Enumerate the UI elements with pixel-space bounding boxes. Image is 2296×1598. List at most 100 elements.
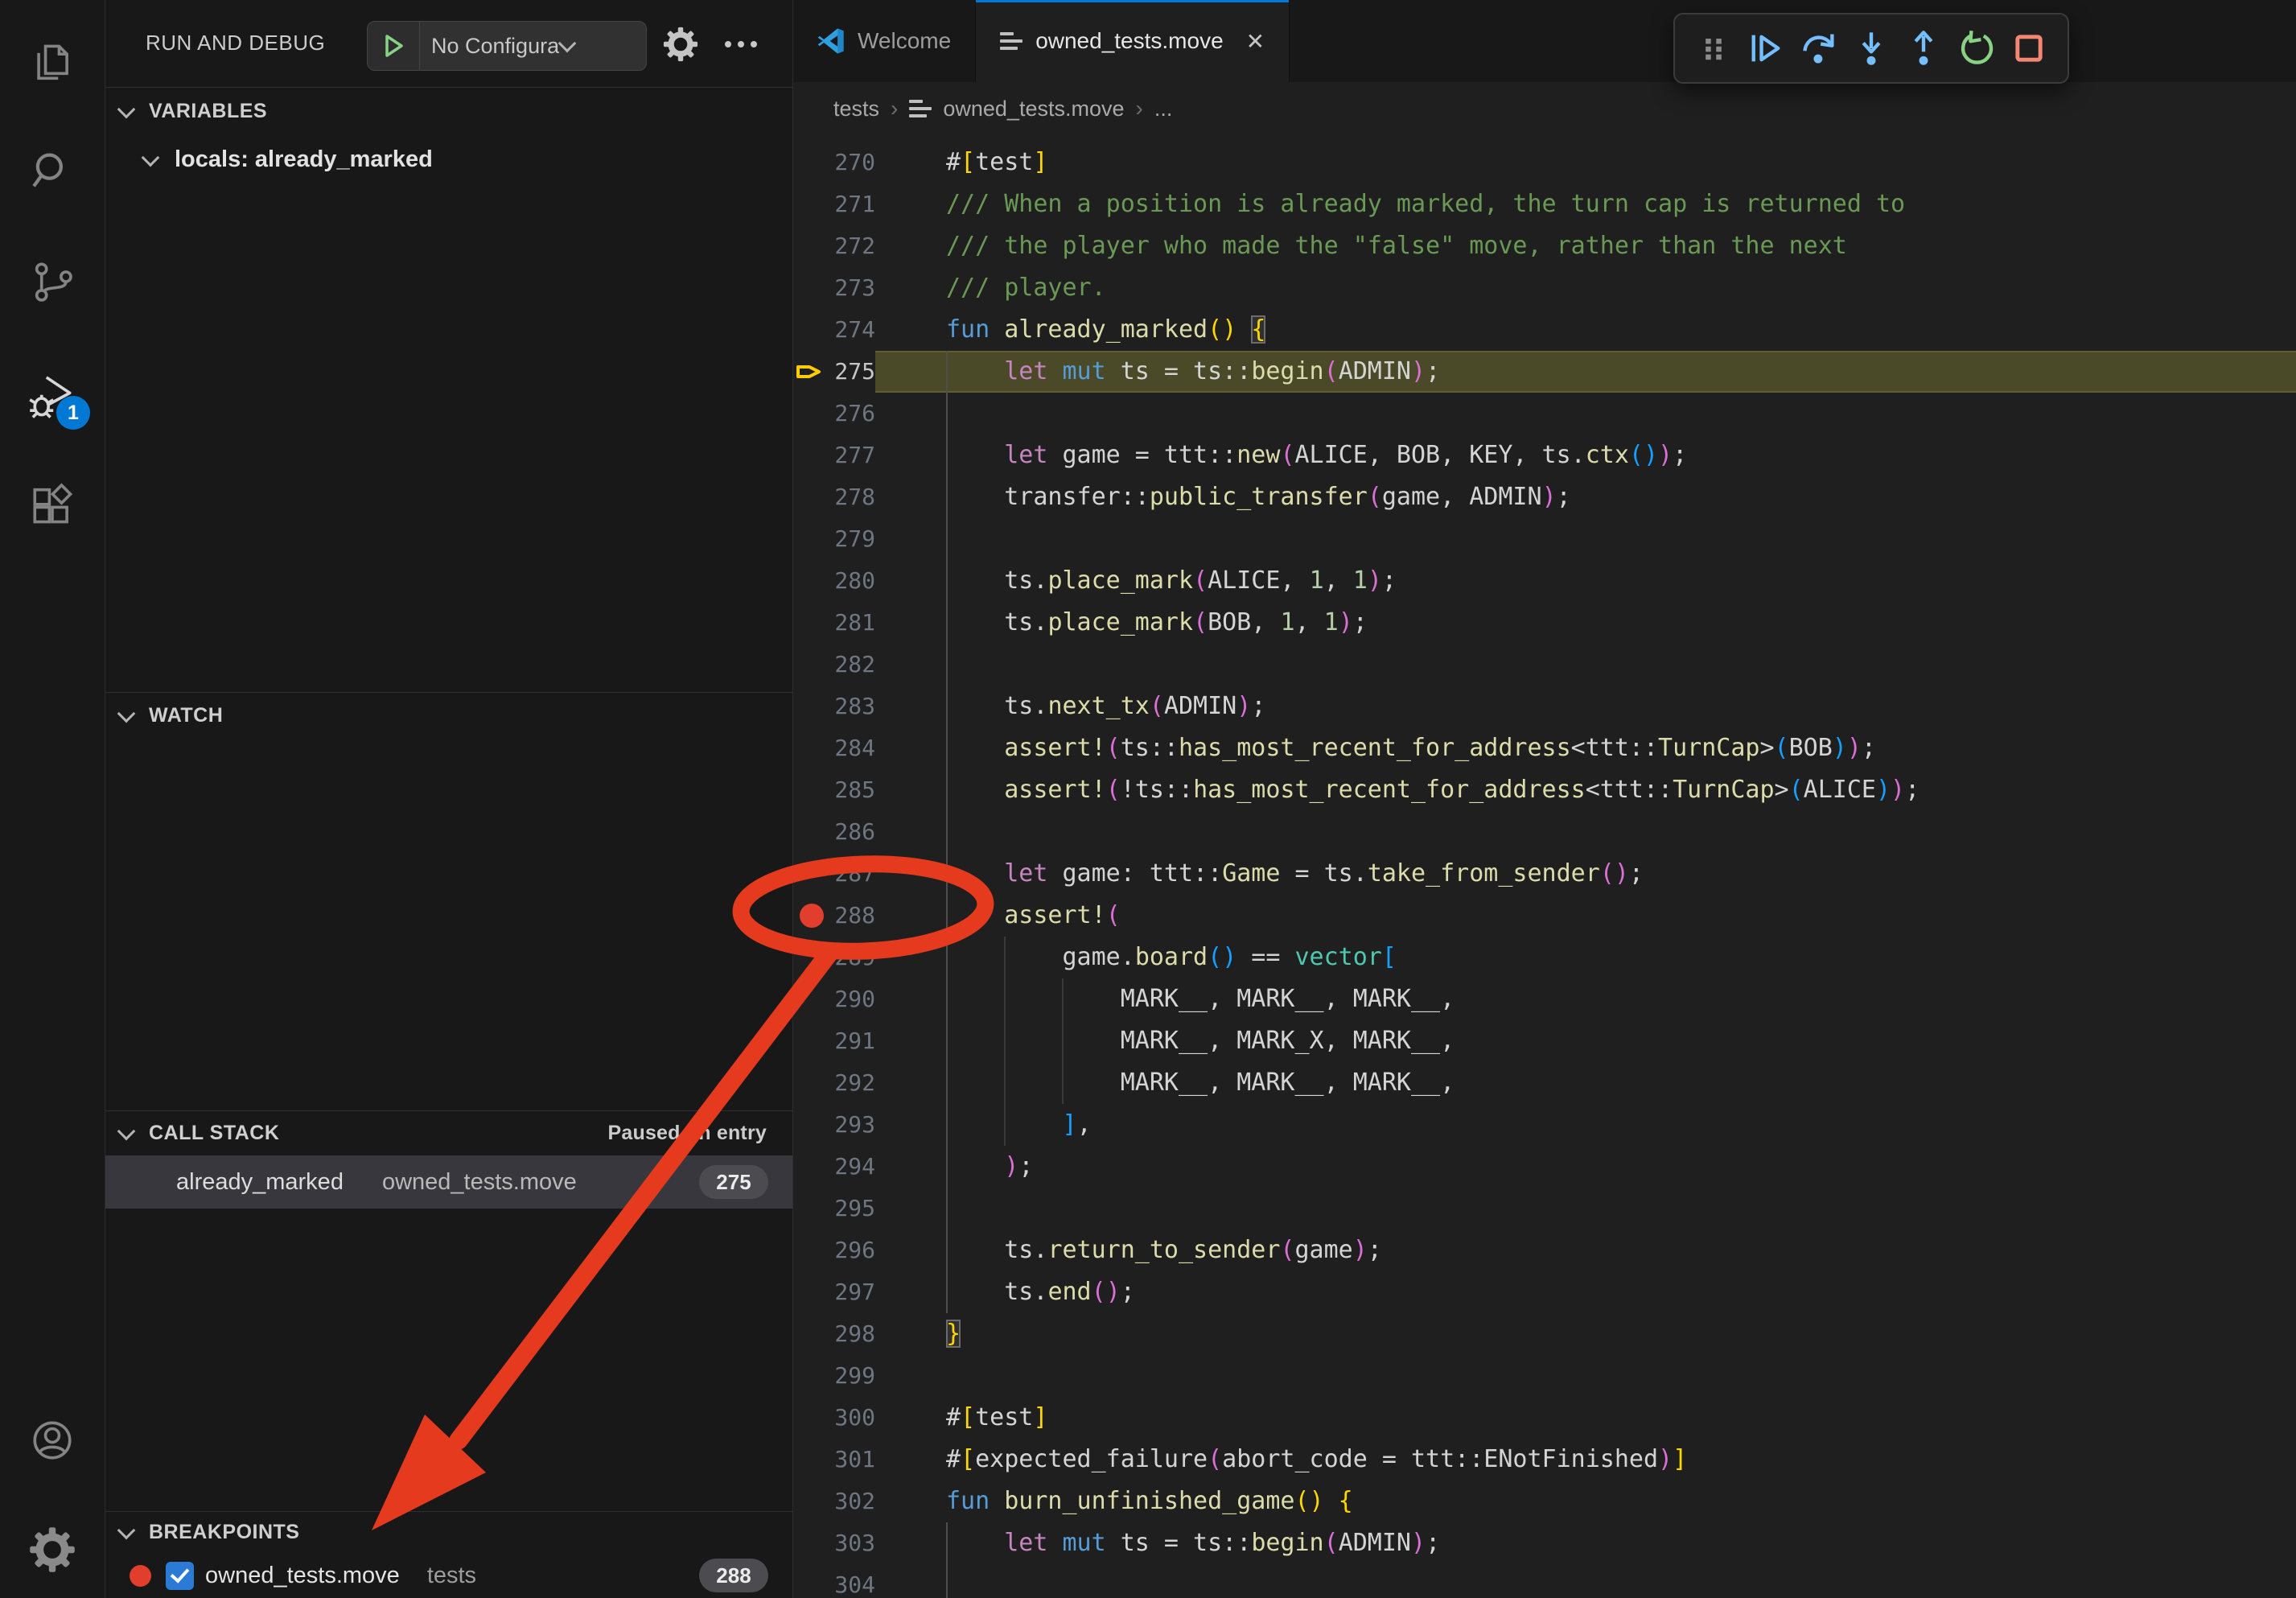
breakpoint-margin[interactable]	[793, 309, 830, 351]
close-icon[interactable]: ✕	[1246, 28, 1265, 55]
code-line-text[interactable]: let mut ts = ts::begin(ADMIN);	[875, 1522, 2296, 1564]
launch-config-dropdown[interactable]: No Configura	[367, 21, 647, 71]
continue-icon[interactable]	[1747, 29, 1785, 68]
code-line[interactable]: 284 assert!(ts::has_most_recent_for_addr…	[793, 727, 2296, 769]
breakpoint-margin[interactable]	[793, 1355, 830, 1397]
breakpoint-margin[interactable]	[793, 476, 830, 518]
code-line-text[interactable]	[875, 811, 2296, 853]
breakpoint-margin[interactable]	[793, 225, 830, 267]
code-line-text[interactable]	[875, 393, 2296, 435]
breakpoint-margin[interactable]	[793, 1522, 830, 1564]
breakpoint-margin[interactable]	[793, 895, 830, 937]
breakpoint-margin[interactable]	[793, 1481, 830, 1522]
watch-section-header[interactable]: WATCH	[105, 692, 792, 738]
code-line[interactable]: 270#[test]	[793, 142, 2296, 183]
code-line[interactable]: 292 MARK__, MARK__, MARK__,	[793, 1062, 2296, 1104]
breakpoint-margin[interactable]	[793, 1104, 830, 1146]
code-line[interactable]: 286	[793, 811, 2296, 853]
code-line-text[interactable]: /// the player who made the "false" move…	[875, 225, 2296, 267]
code-line[interactable]: 295	[793, 1188, 2296, 1229]
code-line[interactable]: 299	[793, 1355, 2296, 1397]
debug-settings-gear-icon[interactable]	[663, 27, 698, 62]
code-line-text[interactable]: let mut ts = ts::begin(ADMIN);	[875, 351, 2296, 393]
breakpoint-margin[interactable]	[793, 978, 830, 1020]
tab-owned-tests-move[interactable]: owned_tests.move ✕	[976, 0, 1290, 82]
step-out-icon[interactable]	[1904, 29, 1943, 68]
code-line-text[interactable]: MARK__, MARK__, MARK__,	[875, 978, 2296, 1020]
breakpoint-margin[interactable]	[793, 393, 830, 435]
breakpoint-margin[interactable]	[793, 602, 830, 644]
code-line[interactable]: 290 MARK__, MARK__, MARK__,	[793, 978, 2296, 1020]
code-line[interactable]: 279	[793, 518, 2296, 560]
breakpoint-margin[interactable]	[793, 1020, 830, 1062]
code-editor[interactable]: 270#[test]271/// When a position is alre…	[793, 135, 2296, 1598]
code-line-text[interactable]: assert!(!ts::has_most_recent_for_address…	[875, 769, 2296, 811]
code-line[interactable]: 294 );	[793, 1146, 2296, 1188]
breakpoint-margin[interactable]	[793, 183, 830, 225]
code-line[interactable]: 288 assert!(	[793, 895, 2296, 937]
breakpoint-margin[interactable]	[793, 769, 830, 811]
code-line[interactable]: 272/// the player who made the "false" m…	[793, 225, 2296, 267]
code-line-text[interactable]: ts.end();	[875, 1271, 2296, 1313]
step-into-icon[interactable]	[1852, 29, 1891, 68]
code-line[interactable]: 291 MARK__, MARK_X, MARK__,	[793, 1020, 2296, 1062]
step-over-icon[interactable]	[1800, 29, 1838, 68]
breakpoint-margin[interactable]	[793, 1313, 830, 1355]
code-line-text[interactable]: MARK__, MARK__, MARK__,	[875, 1062, 2296, 1104]
code-line[interactable]: 274fun already_marked() {	[793, 309, 2296, 351]
breadcrumb-item-file[interactable]: owned_tests.move	[943, 97, 1124, 121]
breakpoint-margin[interactable]	[793, 1188, 830, 1229]
code-line-text[interactable]: let game: ttt::Game = ts.take_from_sende…	[875, 853, 2296, 895]
start-debugging-icon[interactable]	[368, 22, 420, 70]
breakpoint-margin[interactable]	[793, 560, 830, 602]
breakpoint-margin[interactable]	[793, 811, 830, 853]
code-line-text[interactable]	[875, 644, 2296, 686]
breakpoint-margin[interactable]	[793, 686, 830, 727]
breakpoint-checkbox[interactable]	[166, 1562, 194, 1590]
code-line[interactable]: 271/// When a position is already marked…	[793, 183, 2296, 225]
stop-icon[interactable]	[2010, 29, 2048, 68]
code-line-text[interactable]: #[test]	[875, 142, 2296, 183]
breakpoint-margin[interactable]	[793, 727, 830, 769]
code-line-text[interactable]: fun burn_unfinished_game() {	[875, 1481, 2296, 1522]
code-line[interactable]: 280 ts.place_mark(ALICE, 1, 1);	[793, 560, 2296, 602]
code-line-text[interactable]: ts.place_mark(BOB, 1, 1);	[875, 602, 2296, 644]
code-line-text[interactable]: #[test]	[875, 1397, 2296, 1439]
code-line[interactable]: 273/// player.	[793, 267, 2296, 309]
breakpoint-margin[interactable]	[793, 1564, 830, 1598]
code-line[interactable]: 301#[expected_failure(abort_code = ttt::…	[793, 1439, 2296, 1481]
code-line[interactable]: 282	[793, 644, 2296, 686]
code-line-text[interactable]: ts.return_to_sender(game);	[875, 1229, 2296, 1271]
breadcrumb-item-symbol[interactable]: ...	[1154, 97, 1173, 121]
code-line[interactable]: 289 game.board() == vector[	[793, 937, 2296, 978]
search-icon[interactable]	[0, 135, 105, 206]
breakpoint-margin[interactable]	[793, 937, 830, 978]
code-line-text[interactable]: assert!(	[875, 895, 2296, 937]
code-line[interactable]: 278 transfer::public_transfer(game, ADMI…	[793, 476, 2296, 518]
call-stack-frame-row[interactable]: already_marked owned_tests.move 275	[105, 1155, 792, 1209]
code-line-text[interactable]	[875, 1355, 2296, 1397]
code-line[interactable]: 304	[793, 1564, 2296, 1598]
breakpoint-margin[interactable]	[793, 142, 830, 183]
code-line[interactable]: 277 let game = ttt::new(ALICE, BOB, KEY,…	[793, 435, 2296, 476]
code-line[interactable]: 281 ts.place_mark(BOB, 1, 1);	[793, 602, 2296, 644]
breakpoint-list-item[interactable]: owned_tests.move tests 288	[105, 1553, 792, 1598]
breakpoint-margin[interactable]	[793, 853, 830, 895]
code-line-text[interactable]: #[expected_failure(abort_code = ttt::ENo…	[875, 1439, 2296, 1481]
breakpoints-section-header[interactable]: BREAKPOINTS	[105, 1511, 792, 1552]
run-and-debug-icon[interactable]: 1	[0, 360, 105, 431]
breakpoint-margin[interactable]	[793, 435, 830, 476]
code-line[interactable]: 302fun burn_unfinished_game() {	[793, 1481, 2296, 1522]
breakpoint-margin[interactable]	[793, 351, 830, 393]
code-line-text[interactable]: let game = ttt::new(ALICE, BOB, KEY, ts.…	[875, 435, 2296, 476]
breakpoint-margin[interactable]	[793, 1229, 830, 1271]
drag-handle-icon[interactable]	[1694, 29, 1733, 68]
extensions-icon[interactable]	[0, 470, 105, 541]
code-line[interactable]: 287 let game: ttt::Game = ts.take_from_s…	[793, 853, 2296, 895]
code-line-text[interactable]	[875, 1188, 2296, 1229]
code-line-text[interactable]	[875, 1564, 2296, 1598]
account-icon[interactable]	[0, 1405, 105, 1476]
code-line-text[interactable]: game.board() == vector[	[875, 937, 2296, 978]
code-line-text[interactable]: );	[875, 1146, 2296, 1188]
tab-welcome[interactable]: Welcome	[793, 0, 976, 82]
